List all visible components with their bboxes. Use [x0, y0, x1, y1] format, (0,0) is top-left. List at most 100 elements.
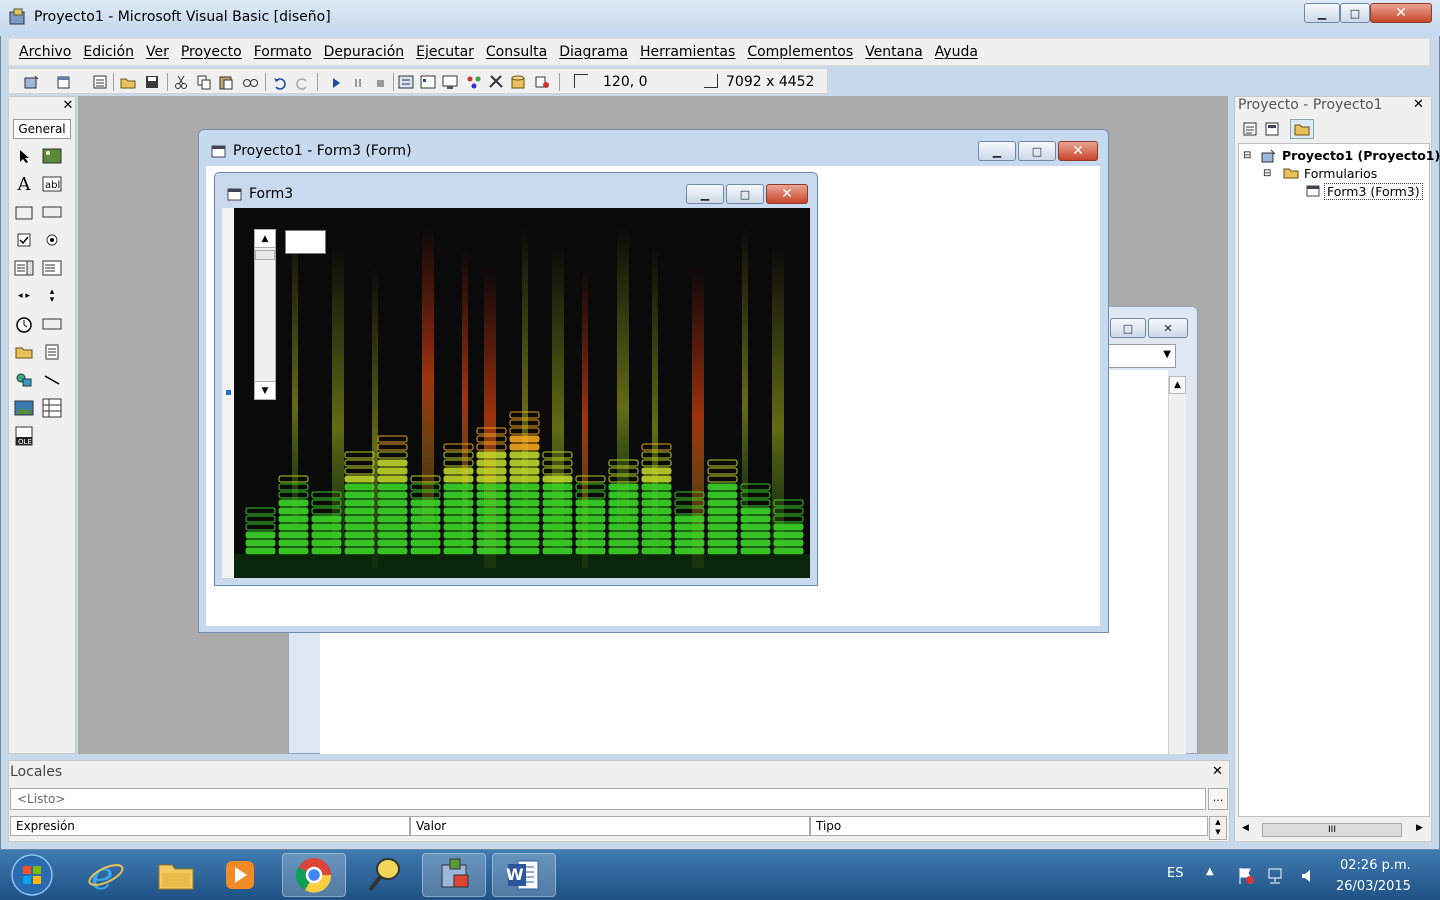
- form-layout-icon[interactable]: [441, 73, 459, 91]
- maximize-button[interactable]: □: [1340, 3, 1370, 23]
- procedure-combo[interactable]: ▼: [1108, 344, 1176, 368]
- tree-collapse-icon[interactable]: ⊟: [1243, 150, 1251, 161]
- scroll-thumb[interactable]: III: [1262, 823, 1402, 837]
- data-tool-icon[interactable]: [41, 397, 63, 419]
- redo-icon[interactable]: [293, 73, 311, 91]
- clock-time[interactable]: 02:26 p.m.: [1340, 858, 1411, 873]
- designer-maximize-button[interactable]: □: [1018, 141, 1056, 161]
- code-maximize-button[interactable]: □: [1110, 318, 1146, 338]
- vscrollbar-tool-icon[interactable]: ▴ ▾: [41, 285, 63, 307]
- add-project-icon[interactable]: [23, 73, 41, 91]
- menu-ejecutar[interactable]: Ejecutar: [410, 44, 480, 60]
- menu-ventana[interactable]: Ventana: [859, 44, 929, 60]
- toggle-folders-icon[interactable]: [1290, 119, 1314, 139]
- stop-icon[interactable]: [371, 73, 389, 91]
- taskbar-tennis-app-icon[interactable]: [352, 853, 416, 897]
- taskbar-explorer-icon[interactable]: [144, 853, 208, 897]
- taskbar-word-icon[interactable]: W: [492, 853, 556, 897]
- dirlistbox-tool-icon[interactable]: [13, 341, 35, 363]
- shape-tool-icon[interactable]: [13, 369, 35, 391]
- column-header-valor[interactable]: Valor: [410, 816, 810, 836]
- locals-close-button[interactable]: ✕: [1212, 764, 1223, 779]
- ole-tool-icon[interactable]: OLE: [13, 425, 35, 447]
- taskbar-ie-icon[interactable]: e: [74, 853, 138, 897]
- copy-icon[interactable]: [195, 73, 213, 91]
- pointer-tool-icon[interactable]: [13, 145, 35, 167]
- project-explorer-icon[interactable]: [397, 73, 415, 91]
- line-tool-icon[interactable]: [41, 369, 63, 391]
- frame-tool-icon[interactable]: [13, 201, 35, 223]
- pause-icon[interactable]: [349, 73, 367, 91]
- optionbutton-tool-icon[interactable]: [41, 229, 63, 251]
- find-icon[interactable]: [241, 73, 259, 91]
- form3-background-image[interactable]: [222, 208, 810, 578]
- timer-tool-icon[interactable]: [13, 313, 35, 335]
- view-code-icon[interactable]: [1242, 121, 1258, 137]
- designer-close-button[interactable]: ✕: [1058, 141, 1098, 161]
- cut-icon[interactable]: [172, 73, 190, 91]
- locals-context-field[interactable]: <Listo>: [10, 788, 1206, 810]
- tree-item-forms-folder[interactable]: Formularios: [1304, 166, 1377, 181]
- paste-icon[interactable]: [217, 73, 235, 91]
- listbox-tool-icon[interactable]: [41, 257, 63, 279]
- menu-edicion[interactable]: Edición: [77, 44, 140, 60]
- scroll-right-icon[interactable]: ▶: [1416, 823, 1423, 833]
- scroll-down-icon[interactable]: ▼: [1210, 827, 1226, 837]
- taskbar-vb6-icon[interactable]: [422, 853, 486, 897]
- textbox-tool-icon[interactable]: abl: [41, 173, 63, 195]
- menu-herramientas[interactable]: Herramientas: [634, 44, 741, 60]
- taskbar-media-player-icon[interactable]: [208, 853, 272, 897]
- combobox-tool-icon[interactable]: [13, 257, 35, 279]
- tree-collapse-icon[interactable]: ⊟: [1263, 168, 1271, 179]
- menu-consulta[interactable]: Consulta: [480, 44, 553, 60]
- scroll-down-icon[interactable]: ▼: [255, 381, 275, 399]
- data-view-icon[interactable]: [509, 73, 527, 91]
- show-hidden-icons-icon[interactable]: ▲: [1206, 866, 1214, 877]
- drivelistbox-tool-icon[interactable]: [41, 313, 63, 335]
- commandbutton-tool-icon[interactable]: [41, 201, 63, 223]
- form3-minimize-button[interactable]: ▁: [686, 184, 724, 204]
- form3-maximize-button[interactable]: □: [726, 184, 764, 204]
- scroll-left-icon[interactable]: ◀: [1242, 823, 1249, 833]
- hscrollbar-tool-icon[interactable]: ◂ ▸: [13, 285, 35, 307]
- view-object-icon[interactable]: [1264, 121, 1280, 137]
- menu-editor-icon[interactable]: [91, 73, 109, 91]
- code-close-button[interactable]: ✕: [1148, 318, 1188, 338]
- object-browser-icon[interactable]: [465, 73, 483, 91]
- clock-date[interactable]: 26/03/2015: [1336, 879, 1411, 894]
- vscroll-control[interactable]: ▲ ▼: [254, 229, 276, 400]
- component-manager-icon[interactable]: [533, 73, 551, 91]
- selection-handle[interactable]: [226, 390, 231, 395]
- tree-item-project[interactable]: Proyecto1 (Proyecto1): [1282, 148, 1440, 163]
- volume-icon[interactable]: [1298, 866, 1318, 886]
- filelistbox-tool-icon[interactable]: [41, 341, 63, 363]
- designer-minimize-button[interactable]: ▁: [978, 141, 1016, 161]
- menu-complementos[interactable]: Complementos: [741, 44, 859, 60]
- save-icon[interactable]: [143, 73, 161, 91]
- code-vertical-scrollbar[interactable]: ▲: [1168, 376, 1186, 754]
- checkbox-tool-icon[interactable]: [13, 229, 35, 251]
- call-stack-button[interactable]: ...: [1208, 788, 1228, 810]
- picturebox-tool-icon[interactable]: [41, 145, 63, 167]
- close-button[interactable]: ✕: [1370, 3, 1432, 23]
- label-tool-icon[interactable]: A: [13, 173, 35, 195]
- language-indicator[interactable]: ES: [1167, 866, 1183, 881]
- menu-formato[interactable]: Formato: [248, 44, 318, 60]
- minimize-button[interactable]: ▁: [1304, 3, 1340, 23]
- properties-window-icon[interactable]: [419, 73, 437, 91]
- toolbox-close-button[interactable]: ✕: [61, 99, 75, 113]
- scroll-up-icon[interactable]: ▲: [1169, 376, 1186, 394]
- menu-proyecto[interactable]: Proyecto: [175, 44, 248, 60]
- menu-ayuda[interactable]: Ayuda: [929, 44, 984, 60]
- scroll-up-icon[interactable]: ▲: [255, 230, 275, 248]
- taskbar-chrome-icon[interactable]: [282, 853, 346, 897]
- column-header-tipo[interactable]: Tipo: [810, 816, 1208, 836]
- form3-close-button[interactable]: ✕: [766, 184, 808, 204]
- menu-ver[interactable]: Ver: [140, 44, 175, 60]
- menu-diagrama[interactable]: Diagrama: [553, 44, 634, 60]
- menu-depuracion[interactable]: Depuración: [318, 44, 411, 60]
- run-icon[interactable]: [327, 73, 345, 91]
- project-close-button[interactable]: ✕: [1413, 97, 1424, 112]
- project-hscrollbar[interactable]: ◀ III ▶: [1240, 821, 1430, 839]
- add-form-icon[interactable]: [55, 73, 73, 91]
